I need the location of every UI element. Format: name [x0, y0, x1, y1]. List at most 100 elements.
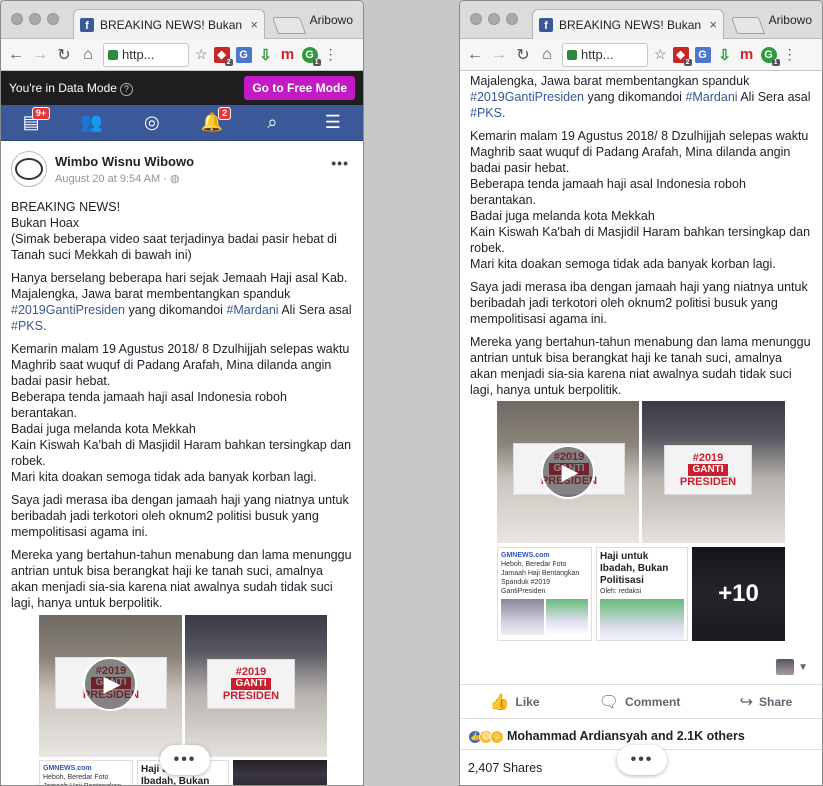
bookmark-star-icon[interactable]: ☆ — [654, 46, 667, 63]
author-name[interactable]: Wimbo Wisnu Wibowo — [55, 154, 194, 169]
play-video-icon[interactable]: ▶ — [83, 657, 137, 711]
m-extension-icon[interactable]: m — [739, 46, 755, 63]
hamburger-menu-icon[interactable]: ☰ — [320, 111, 346, 135]
news-thumb-image — [501, 599, 544, 635]
browser-toolbar: ← → ↻ ⌂ http... ☆ ◆ 2 G ⇩ m G1 ⋮ — [1, 39, 363, 71]
profile-name[interactable]: Aribowo — [769, 13, 812, 27]
news-card[interactable]: GMNEWS.com Heboh, Beredar Foto Jamaah Ha… — [39, 760, 133, 785]
profile-name[interactable]: Aribowo — [310, 13, 353, 27]
viewer-avatar[interactable] — [776, 659, 794, 675]
minimize-window-button[interactable] — [29, 13, 41, 25]
hashtag-link[interactable]: #2019GantiPresiden — [470, 90, 584, 104]
post-actions-bar: 👍 Like 🗨 Comment ↪ Share — [460, 685, 822, 719]
back-arrow-icon[interactable]: ← — [7, 46, 25, 64]
address-bar[interactable]: http... — [562, 42, 648, 67]
green-extension-icon[interactable]: G1 — [760, 46, 780, 66]
help-icon[interactable]: ? — [119, 82, 133, 96]
text-line: Beberapa tenda jamaah haji asal Indonesi… — [11, 390, 287, 420]
friends-icon[interactable]: 👥 — [78, 111, 104, 135]
browser-menu-icon[interactable]: ⋮ — [783, 46, 797, 63]
hashtag-link[interactable]: #2019GantiPresiden — [11, 303, 125, 317]
notifications-bell-icon[interactable]: 🔔 2 — [199, 106, 232, 135]
download-extension-icon[interactable]: ⇩ — [258, 47, 274, 64]
like-label: Like — [515, 694, 540, 709]
more-photos-tile[interactable]: +10 — [692, 547, 785, 641]
new-tab-button[interactable] — [271, 17, 307, 34]
facebook-favicon-icon: f — [539, 17, 553, 32]
post-options-icon[interactable]: ••• — [331, 155, 349, 171]
news-feed-icon[interactable]: ▤ 9+ — [18, 106, 51, 135]
new-tab-button[interactable] — [730, 17, 766, 34]
post-timestamp[interactable]: August 20 at 9:54 AM — [55, 173, 160, 185]
post-paragraph: Kemarin malam 19 Agustus 2018/ 8 Dzulhij… — [470, 128, 812, 272]
translate-extension-icon[interactable]: G — [235, 46, 252, 63]
text-line: Kemarin malam 19 Agustus 2018/ 8 Dzulhij… — [470, 129, 809, 175]
close-window-button[interactable] — [11, 13, 23, 25]
tab-close-icon[interactable]: × — [250, 17, 258, 32]
like-button[interactable]: 👍 Like — [490, 692, 540, 712]
play-video-icon[interactable]: ▶ — [541, 445, 595, 499]
address-bar[interactable]: http... — [103, 42, 189, 67]
home-icon[interactable]: ⌂ — [538, 46, 556, 64]
text-line: Mari kita doakan semoga tidak ada banyak… — [470, 257, 776, 271]
back-arrow-icon[interactable]: ← — [466, 46, 484, 64]
caret-down-icon[interactable]: ▼ — [798, 662, 808, 673]
data-mode-text-wrap: You're in Data Mode? — [9, 81, 133, 96]
reload-icon[interactable]: ↻ — [55, 45, 73, 65]
hashtag-link[interactable]: #Mardani — [685, 90, 737, 104]
news-card[interactable]: GMNEWS.com Heboh, Beredar Foto Jamaah Ha… — [497, 547, 592, 641]
tab-close-icon[interactable]: × — [709, 17, 717, 32]
video-thumbnail[interactable]: #2019 GANTI PRESIDEN ▶ — [497, 401, 639, 543]
post-meta: August 20 at 9:54 AM · ◍ — [55, 172, 194, 185]
comment-button[interactable]: 🗨 Comment — [599, 692, 681, 712]
extension-shield-icon[interactable]: ◆ 2 — [672, 46, 692, 66]
home-icon[interactable]: ⌂ — [79, 46, 97, 64]
hashtag-link[interactable]: #PKS — [11, 319, 43, 333]
forward-arrow-icon[interactable]: → — [31, 46, 49, 64]
close-window-button[interactable] — [470, 13, 482, 25]
browser-menu-icon[interactable]: ⋮ — [324, 46, 338, 63]
m-extension-icon[interactable]: m — [280, 46, 296, 63]
hashtag-link[interactable]: #PKS — [470, 106, 502, 120]
extension-shield-icon[interactable]: ◆ 2 — [213, 46, 233, 66]
go-to-free-mode-button[interactable]: Go to Free Mode — [244, 76, 355, 100]
photo-thumbnail[interactable]: #2019 GANTI PRESIDEN — [642, 401, 785, 543]
translate-extension-icon[interactable]: G — [694, 46, 711, 63]
text-line: Kemarin malam 19 Agustus 2018/ 8 Dzulhij… — [11, 342, 350, 388]
thumbs-up-icon: 👍 — [489, 693, 510, 711]
browser-window-left: f BREAKING NEWS! Bukan Hoa × Aribowo ← →… — [0, 0, 364, 786]
author-avatar[interactable] — [11, 151, 47, 187]
text-span: yang dikomandoi — [583, 90, 686, 104]
hashtag-link[interactable]: #Mardani — [226, 303, 278, 317]
reload-icon[interactable]: ↻ — [514, 45, 532, 65]
forward-arrow-icon[interactable]: → — [490, 46, 508, 64]
photo-thumbnail[interactable]: #2019 GANTI PRESIDEN — [185, 615, 327, 757]
news-card[interactable]: Haji untuk Ibadah, Bukan Politisasi Oleh… — [596, 547, 688, 641]
photo-thumbnail[interactable] — [233, 760, 327, 785]
lock-icon — [567, 49, 577, 60]
news-thumb-image — [545, 599, 588, 635]
floating-more-button[interactable]: ••• — [617, 745, 667, 775]
share-label: Share — [759, 694, 793, 709]
bookmark-star-icon[interactable]: ☆ — [195, 46, 208, 63]
green-extension-icon[interactable]: G1 — [301, 46, 321, 66]
download-extension-icon[interactable]: ⇩ — [717, 47, 733, 64]
share-button[interactable]: ↪ Share — [740, 692, 793, 712]
extension-badge: 2 — [224, 58, 233, 66]
text-line: BREAKING NEWS! — [11, 200, 121, 214]
zoom-window-button[interactable] — [47, 13, 59, 25]
zoom-window-button[interactable] — [506, 13, 518, 25]
messenger-icon[interactable]: ◎ — [139, 111, 165, 135]
reactions-summary[interactable]: 👍 ☹ ☺ Mohammad Ardiansyah and 2.1K others — [468, 728, 745, 744]
video-thumbnail[interactable]: #2019 GANTI PRESIDEN ▶ — [39, 615, 182, 757]
minimize-window-button[interactable] — [488, 13, 500, 25]
browser-tab[interactable]: f BREAKING NEWS! Bukan Hoa × — [532, 9, 724, 39]
search-icon[interactable]: ⌕ — [259, 111, 285, 135]
browser-tab[interactable]: f BREAKING NEWS! Bukan Hoa × — [73, 9, 265, 39]
text-line: Badai juga melanda kota Mekkah — [470, 209, 655, 223]
tab-bar: f BREAKING NEWS! Bukan Hoa × Aribowo — [1, 1, 363, 39]
floating-more-button[interactable]: ••• — [160, 745, 210, 775]
shares-count[interactable]: 2,407 Shares — [468, 761, 542, 775]
news-site: GMNEWS.com — [501, 552, 550, 559]
post-paragraph: BREAKING NEWS! Bukan Hoax (Simak beberap… — [11, 199, 353, 263]
